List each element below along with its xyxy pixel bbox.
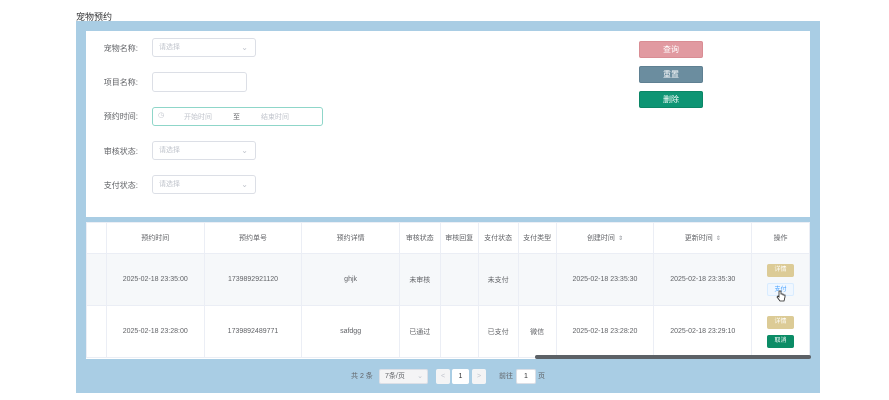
chevron-down-icon: ⌄: [241, 146, 248, 155]
cell-detail: safdgg: [301, 305, 400, 358]
page-number-current[interactable]: 1: [452, 369, 469, 384]
sort-icon[interactable]: ⇕: [716, 236, 721, 242]
pet-name-select[interactable]: 请选择 ⌄: [152, 38, 256, 57]
goto-label: 前往: [499, 373, 513, 380]
detail-button[interactable]: 详情: [767, 315, 795, 329]
detail-button[interactable]: 详情: [767, 263, 795, 277]
col-header-created[interactable]: 创建时间 ⇕: [555, 222, 655, 254]
clock-icon: ◷: [158, 112, 165, 119]
cell-pay-status: 已支付: [477, 305, 519, 358]
col-header-updated[interactable]: 更新时间 ⇕: [653, 222, 753, 254]
start-time-input[interactable]: 开始时间: [184, 112, 212, 122]
cell-review-status: 已通过: [398, 305, 441, 358]
table-row: 2025-02-18 23:28:00 1739892489771 safdgg…: [86, 305, 810, 358]
table-row: 2025-02-18 23:35:00 1739892921120 ghjk 未…: [86, 253, 810, 306]
cell-review-status: 未审核: [398, 253, 441, 306]
chevron-down-icon: ⌄: [241, 180, 248, 189]
cell-time: 2025-02-18 23:28:00: [105, 305, 205, 358]
selection-cell: [86, 253, 107, 306]
cell-actions: 详情 取消: [751, 305, 810, 358]
review-status-select[interactable]: 请选择 ⌄: [152, 141, 256, 160]
cell-review-reply: [439, 305, 479, 358]
cell-detail: ghjk: [301, 253, 400, 306]
query-button[interactable]: 查询: [639, 41, 703, 58]
reset-button[interactable]: 重置: [639, 66, 703, 83]
chevron-down-icon: ⌄: [417, 373, 423, 380]
prev-page-button[interactable]: <: [436, 369, 450, 384]
goto-page-input[interactable]: 1: [516, 369, 536, 384]
col-header-pay-status: 支付状态: [477, 222, 519, 254]
cancel-button[interactable]: 取消: [767, 334, 795, 348]
next-page-button[interactable]: >: [472, 369, 486, 384]
range-separator: 至: [233, 114, 240, 121]
cell-pay-type: 微信: [517, 305, 557, 358]
cell-review-reply: [439, 253, 479, 306]
col-header-pay-type: 支付类型: [517, 222, 557, 254]
pay-status-label: 支付状态:: [103, 181, 138, 190]
cell-time: 2025-02-18 23:35:00: [105, 253, 205, 306]
review-status-placeholder: 请选择: [159, 147, 180, 154]
hand-cursor-icon: [776, 290, 786, 302]
cell-order-no: 1739892489771: [203, 305, 303, 358]
end-time-input[interactable]: 结束时间: [261, 112, 289, 122]
sort-icon[interactable]: ⇕: [618, 236, 623, 242]
col-header-order-no: 预约单号: [203, 222, 303, 254]
table-horizontal-scrollbar[interactable]: [535, 355, 811, 359]
project-name-input[interactable]: [152, 72, 247, 92]
project-name-label: 项目名称:: [103, 78, 138, 87]
cell-created: 2025-02-18 23:28:20: [555, 305, 655, 358]
pay-status-select[interactable]: 请选择 ⌄: [152, 175, 256, 194]
cell-updated: 2025-02-18 23:29:10: [653, 305, 753, 358]
cell-pay-status: 未支付: [477, 253, 519, 306]
table-header-row: 预约时间 预约单号 预约详情 审核状态 审核回复 支付状态 支付类型 创建时间 ⇕…: [86, 222, 810, 254]
page-size-select[interactable]: 7条/页 ⌄: [379, 369, 428, 384]
cell-updated: 2025-02-18 23:35:30: [653, 253, 753, 306]
review-status-label: 审核状态:: [103, 147, 138, 156]
col-header-review-reply: 审核回复: [439, 222, 479, 254]
col-header-time: 预约时间: [105, 222, 205, 254]
pagination-total: 共 2 条: [351, 373, 373, 380]
pay-status-placeholder: 请选择: [159, 181, 180, 188]
chevron-down-icon: ⌄: [241, 43, 248, 52]
col-header-detail: 预约详情: [301, 222, 400, 254]
appointment-table: 预约时间 预约单号 预约详情 审核状态 审核回复 支付状态 支付类型 创建时间 ⇕…: [86, 222, 810, 359]
selection-column-header: [86, 222, 107, 254]
col-header-review-status: 审核状态: [398, 222, 441, 254]
appointment-time-label: 预约时间:: [103, 112, 138, 121]
col-header-actions: 操作: [751, 222, 810, 254]
selection-cell: [86, 305, 107, 358]
cell-pay-type: [517, 253, 557, 306]
pet-name-label: 宠物名称:: [103, 44, 138, 53]
cell-order-no: 1739892921120: [203, 253, 303, 306]
pet-name-placeholder: 请选择: [159, 44, 180, 51]
appointment-time-range[interactable]: ◷ 开始时间 至 结束时间: [152, 107, 323, 126]
page-suffix-label: 页: [538, 373, 545, 380]
delete-button[interactable]: 删除: [639, 91, 703, 108]
cell-created: 2025-02-18 23:35:30: [555, 253, 655, 306]
